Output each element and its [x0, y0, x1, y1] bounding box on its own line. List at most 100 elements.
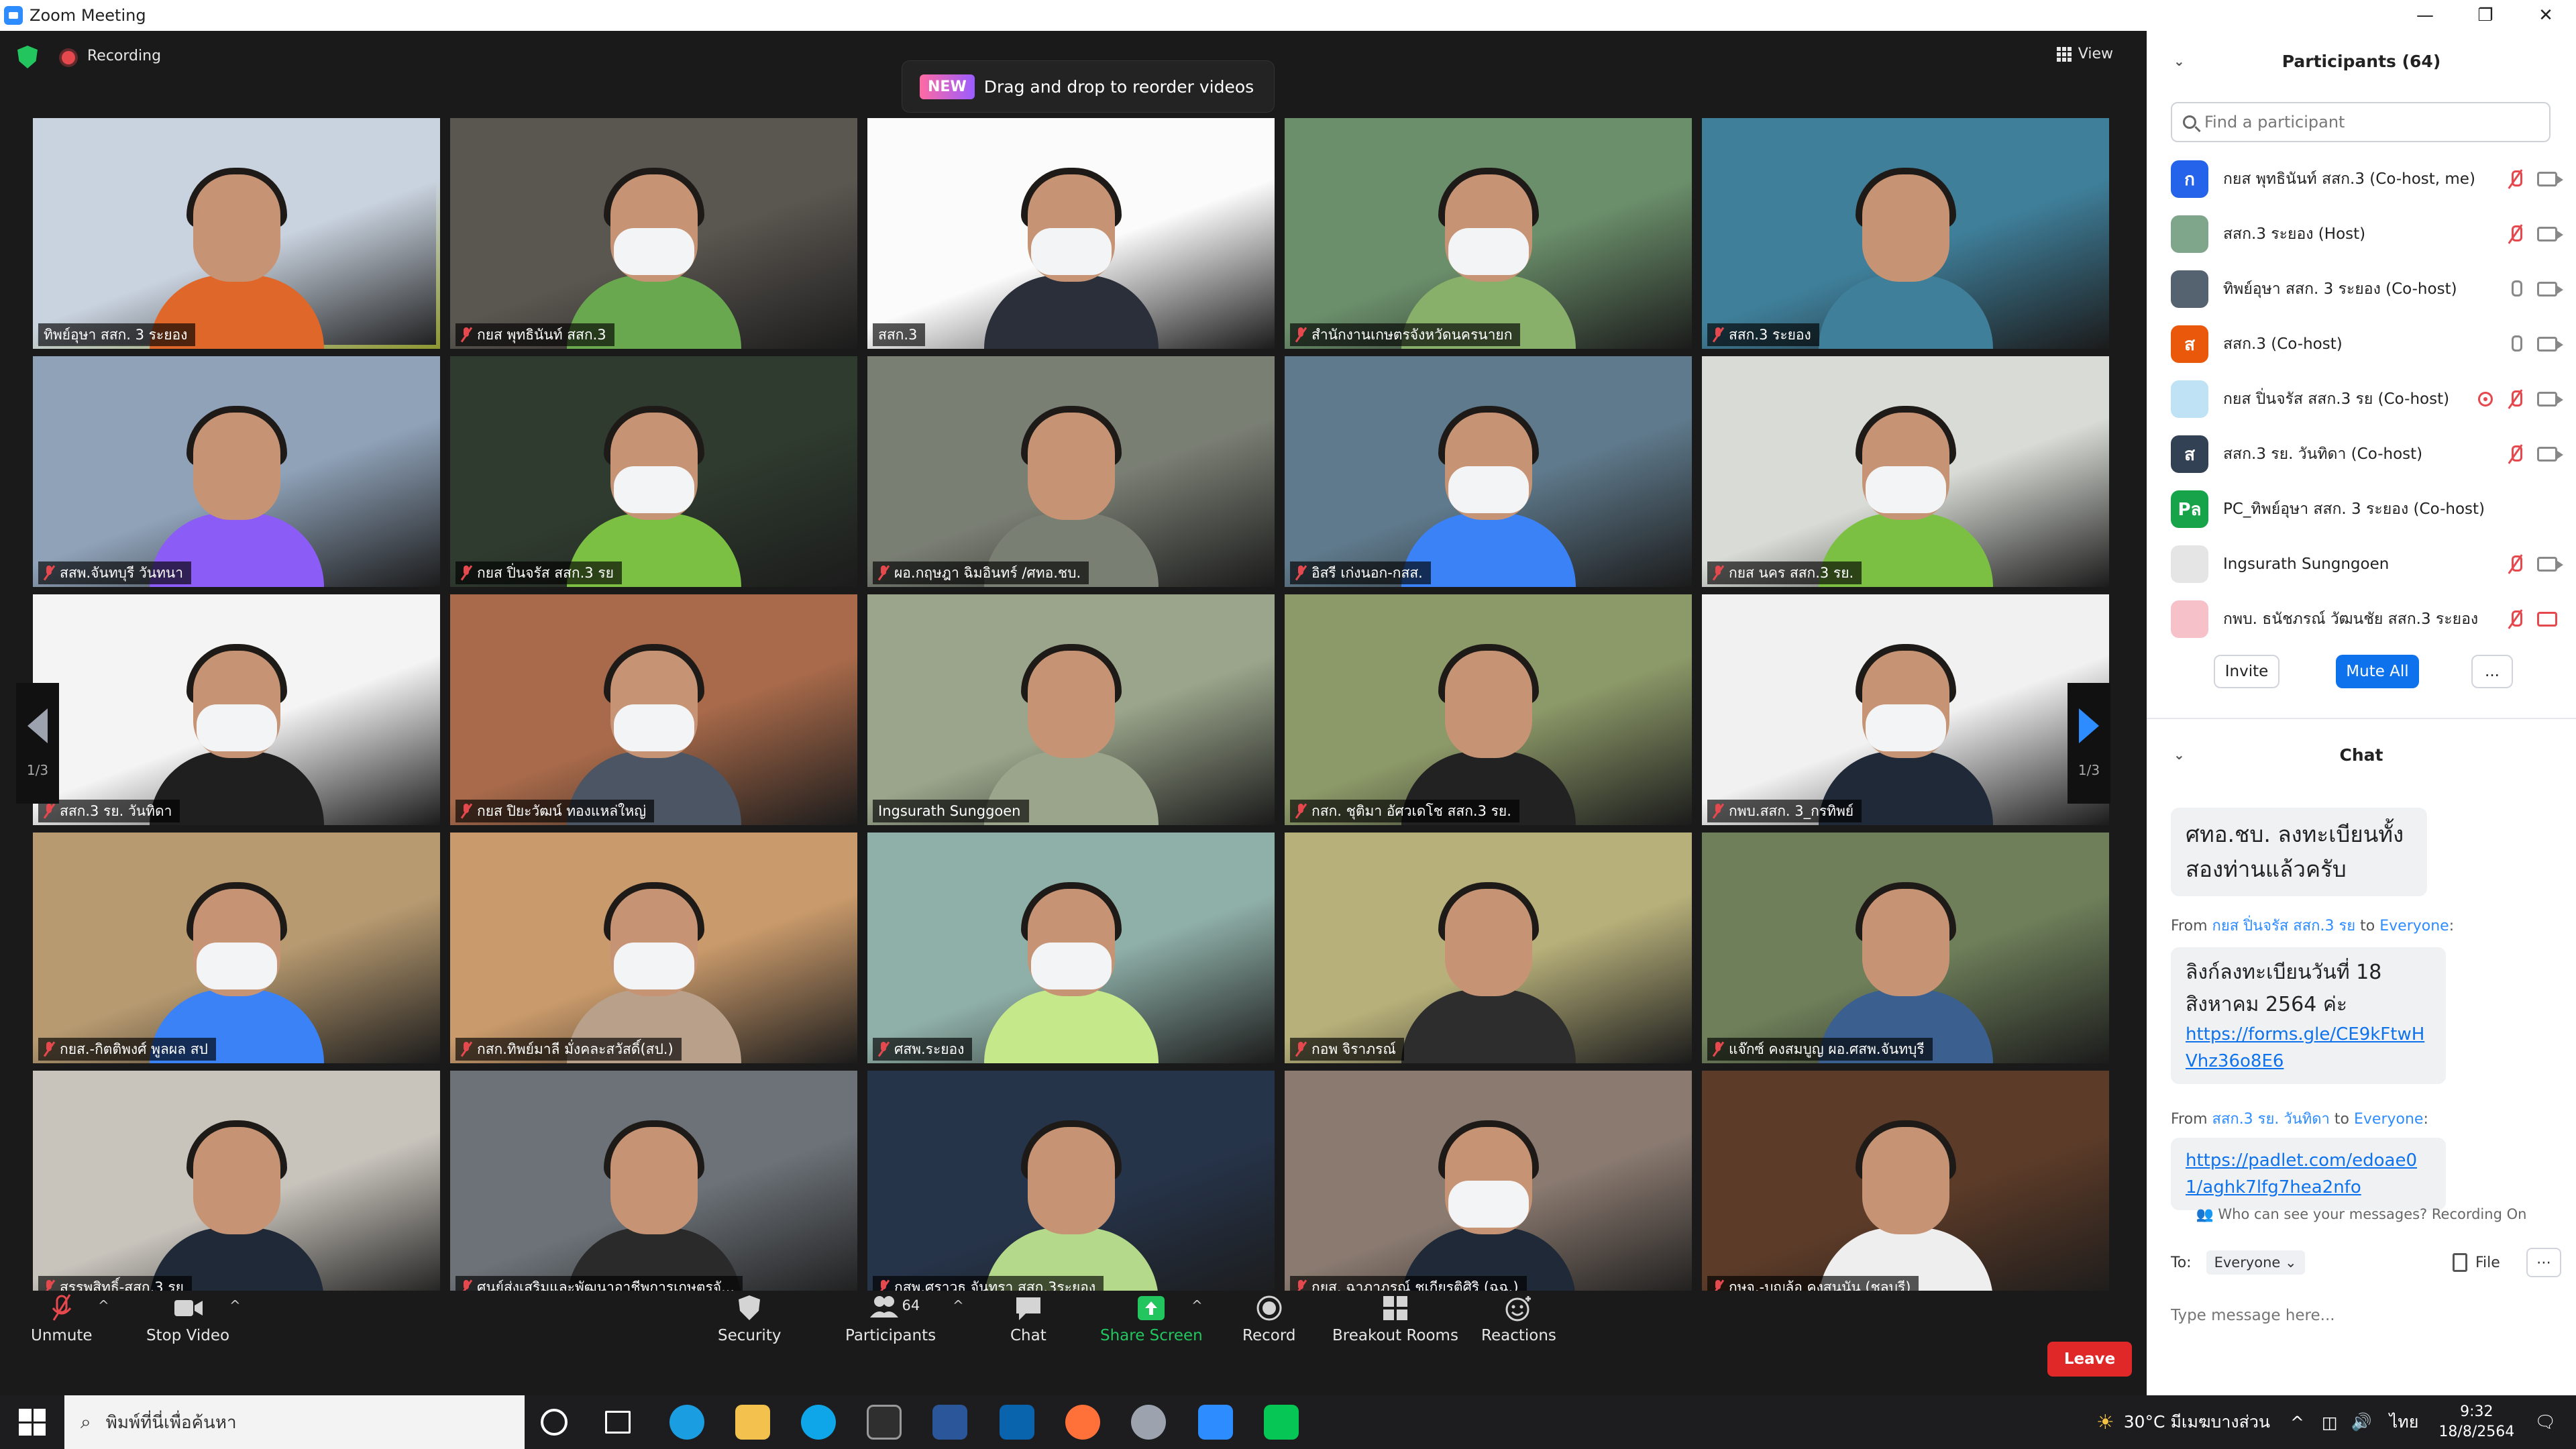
mic-muted-icon[interactable] [2508, 444, 2522, 464]
mic-muted-icon[interactable] [2508, 169, 2522, 189]
participant-row[interactable]: ส สสก.3 (Co-host) [2147, 317, 2576, 372]
video-tile[interactable]: กยส พุทธินันท์ สสก.3 [450, 118, 857, 349]
firefox-icon[interactable] [1065, 1405, 1100, 1440]
clock[interactable]: 9:32 18/8/2564 [2438, 1402, 2514, 1442]
breakout-rooms-button[interactable]: Breakout Rooms [1332, 1293, 1458, 1344]
camera-icon[interactable] [2537, 282, 2563, 297]
chat-button[interactable]: Chat [1010, 1293, 1046, 1344]
mute-all-button[interactable]: Mute All [2336, 655, 2419, 688]
reactions-button[interactable]: Reactions [1481, 1293, 1556, 1344]
video-tile[interactable]: ทิพย์อุษา สสก. 3 ระยอง [33, 118, 440, 349]
chat-recipient[interactable]: Everyone [2354, 1111, 2423, 1128]
mic-muted-icon[interactable] [2508, 609, 2522, 629]
next-page-button[interactable]: 1/3 [2068, 683, 2110, 804]
video-tile[interactable]: สสก.3 ระยอง [1702, 118, 2109, 349]
video-tile[interactable]: กยส นคร สสก.3 รย. [1702, 356, 2109, 587]
participant-row[interactable]: Ingsurath Sungngoen [2147, 537, 2576, 592]
edge-browser-icon[interactable] [669, 1405, 704, 1440]
participant-row[interactable]: ส สสก.3 รย. วันทิดา (Co-host) [2147, 427, 2576, 482]
share-options-caret[interactable]: ^ [1191, 1297, 1203, 1313]
video-tile[interactable]: กพบ.สสก. 3_กรทิพย์ [1702, 594, 2109, 825]
video-options-caret[interactable]: ^ [229, 1297, 241, 1313]
video-tile[interactable]: อิสรี เก่งนอก-กสส. [1285, 356, 1692, 587]
mic-icon[interactable] [2508, 279, 2522, 299]
participant-row[interactable]: ก กยส พุทธินันท์ สสก.3 (Co-host, me) [2147, 152, 2576, 207]
participant-row[interactable]: กพบ. ธนัชภรณ์ วัฒนชัย สสก.3 ระยอง [2147, 592, 2576, 647]
video-tile[interactable]: สสก.3 [867, 118, 1275, 349]
participants-options-caret[interactable]: ^ [953, 1297, 964, 1313]
collapse-participants-chevron-icon[interactable]: ⌄ [2174, 53, 2185, 69]
mail-icon[interactable] [1000, 1405, 1034, 1440]
taskbar-search-input[interactable]: ⌕ พิมพ์ที่นี่เพื่อค้นหา [64, 1395, 525, 1449]
minimize-button[interactable]: — [2395, 0, 2455, 31]
chat-link-padlet[interactable]: https://padlet.com/edoae01/aghk7lfg7hea2… [2186, 1147, 2431, 1201]
volume-icon[interactable]: 🔊 [2351, 1412, 2372, 1432]
leave-button[interactable]: Leave [2047, 1342, 2132, 1377]
task-view-icon[interactable] [605, 1411, 631, 1434]
video-tile[interactable]: กยส ปิ่นจรัส สสก.3 รย [450, 356, 857, 587]
video-tile[interactable]: กษจ.-บุญล้อ คงสุนนัน (ชลบุรี) [1702, 1071, 2109, 1301]
audio-options-caret[interactable]: ^ [98, 1297, 109, 1313]
video-tile[interactable]: สรรพสิทธิ์-สสก.3 รย [33, 1071, 440, 1301]
line-app-icon[interactable] [1264, 1405, 1299, 1440]
windows-start-icon[interactable] [19, 1409, 46, 1436]
participant-row[interactable]: สสก.3 ระยอง (Host) [2147, 207, 2576, 262]
view-button[interactable]: View [2056, 46, 2113, 62]
weather-label[interactable]: 30°C มีเมฆบางส่วน [2124, 1409, 2270, 1436]
chat-more-button[interactable]: ⋯ [2526, 1248, 2561, 1277]
tray-chevron-icon[interactable]: ^ [2290, 1413, 2304, 1432]
chat-message-input[interactable] [2171, 1299, 2546, 1332]
mic-muted-icon[interactable] [2508, 554, 2522, 574]
share-screen-button[interactable]: Share Screen [1100, 1293, 1203, 1344]
video-tile[interactable]: กสก.ทิพย์มาลี มั่งคละสวัสดิ์(สป.) [450, 833, 857, 1063]
video-tile[interactable]: กยส. ฉาภาภรณ์ ชูเกียรติศิริ (ฉฉ.) [1285, 1071, 1692, 1301]
chat-recipient[interactable]: Everyone [2379, 918, 2449, 934]
video-tile[interactable]: กยส.-กิตติพงศ์ พูลผล สป [33, 833, 440, 1063]
close-button[interactable]: ✕ [2516, 0, 2576, 31]
mic-muted-icon[interactable] [2508, 224, 2522, 244]
video-tile[interactable]: กอพ จิราภรณ์ [1285, 833, 1692, 1063]
settings-app-icon[interactable] [801, 1405, 836, 1440]
record-button[interactable]: Record [1242, 1293, 1295, 1344]
video-tile[interactable]: สำนักงานเกษตรจังหวัดนครนายก [1285, 118, 1692, 349]
participants-button[interactable]: 64 Participants [845, 1293, 936, 1344]
video-tile[interactable]: สสพ.จันทบุรี วันทนา [33, 356, 440, 587]
video-tile[interactable]: กสก. ชุติมา อัศวเดโช สสก.3 รย. [1285, 594, 1692, 825]
video-tile[interactable]: แจ๊กซ์ คงสมบูญ ผอ.ศสพ.จันทบุรี [1702, 833, 2109, 1063]
mic-icon[interactable] [2508, 334, 2522, 354]
recipient-select[interactable]: Everyone ⌄ [2206, 1250, 2305, 1275]
zoom-taskbar-icon[interactable] [1198, 1405, 1233, 1440]
store-icon[interactable] [867, 1405, 902, 1440]
message-visibility-note[interactable]: 👥 Who can see your messages? Recording O… [2147, 1206, 2576, 1223]
video-tile[interactable]: กสพ.ศราวุธ จันทรา สสก.3ระยอง [867, 1071, 1275, 1301]
collapse-chat-chevron-icon[interactable]: ⌄ [2174, 747, 2185, 763]
stop-video-button[interactable]: Stop Video [146, 1293, 229, 1344]
cortana-icon[interactable] [541, 1409, 568, 1436]
video-tile[interactable]: ศสพ.ระยอง [867, 833, 1275, 1063]
file-explorer-icon[interactable] [735, 1405, 770, 1440]
encryption-shield-icon[interactable] [17, 46, 38, 68]
video-tile[interactable]: กยส ปิยะวัฒน์ ทองแหล่ใหญ่ [450, 594, 857, 825]
word-icon[interactable] [932, 1405, 967, 1440]
file-button[interactable]: File [2453, 1253, 2500, 1272]
previous-page-button[interactable]: 1/3 [16, 683, 59, 804]
participant-row[interactable]: ทิพย์อุษา สสก. 3 ระยอง (Co-host) [2147, 262, 2576, 317]
security-button[interactable]: Security [718, 1293, 781, 1344]
app-icon[interactable] [1131, 1405, 1166, 1440]
camera-icon[interactable] [2537, 337, 2563, 352]
unmute-button[interactable]: Unmute [31, 1293, 93, 1344]
chat-link-forms[interactable]: https://forms.gle/CE9kFtwHVhz36o8E6 [2186, 1021, 2431, 1075]
video-tile[interactable]: Ingsurath Sunggoen [867, 594, 1275, 825]
participant-row[interactable]: Pล PC_ทิพย์อุษา สสก. 3 ระยอง (Co-host) [2147, 482, 2576, 537]
invite-button[interactable]: Invite [2214, 655, 2279, 688]
more-options-button[interactable]: ... [2471, 655, 2513, 688]
camera-off-icon[interactable] [2537, 612, 2557, 627]
participant-row[interactable]: กยส ปิ่นจรัส สสก.3 รย (Co-host) [2147, 372, 2576, 427]
camera-icon[interactable] [2537, 557, 2563, 572]
chat-sender[interactable]: สสก.3 รย. วันทิดา [2212, 1111, 2330, 1128]
video-tile[interactable]: ผอ.กฤษฎา ฉิมอินทร์ /ศทอ.ชบ. [867, 356, 1275, 587]
camera-icon[interactable] [2537, 447, 2563, 462]
maximize-button[interactable]: ❐ [2455, 0, 2516, 31]
notifications-icon[interactable]: 🗨 [2534, 1412, 2556, 1432]
camera-icon[interactable] [2537, 172, 2563, 186]
